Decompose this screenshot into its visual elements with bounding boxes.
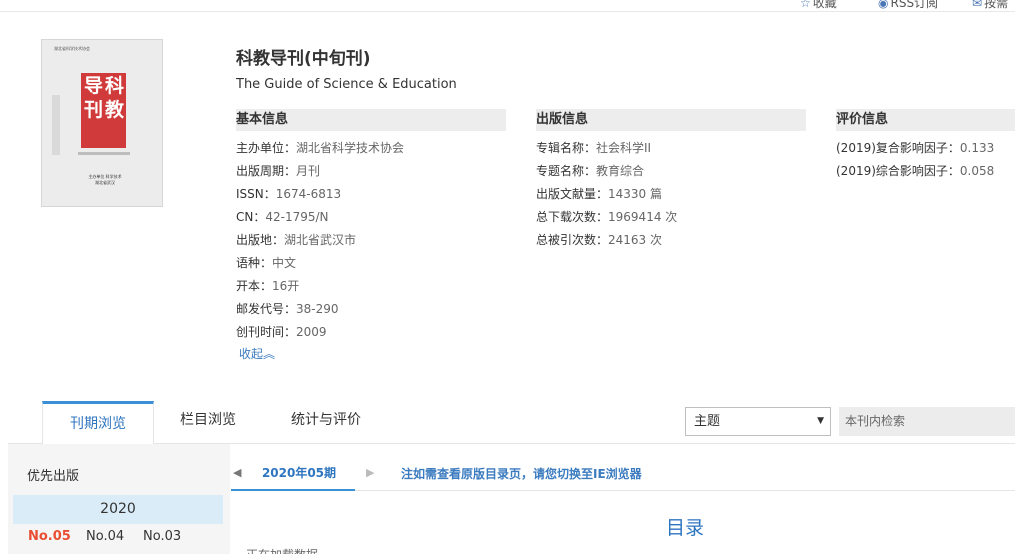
info-value: 湖北省武汉市 bbox=[284, 233, 357, 247]
current-issue-tab[interactable]: 2020年05期 bbox=[231, 456, 355, 491]
info-row: 出版地：湖北省武汉市 bbox=[236, 229, 506, 252]
cover-bottom-text: 主办单位 科学技术 湖北省武汉 bbox=[88, 174, 122, 185]
info-label: 出版周期： bbox=[236, 164, 297, 178]
info-label: 出版文献量： bbox=[536, 187, 609, 201]
info-row: 主办单位：湖北省科学技术协会 bbox=[236, 137, 506, 160]
seal-char: 教 bbox=[105, 99, 125, 121]
star-icon: ☆ bbox=[800, 0, 811, 10]
info-row: 语种：中文 bbox=[236, 252, 506, 275]
info-row: 邮发代号：38-290 bbox=[236, 298, 506, 321]
subscribe-label: 按需 bbox=[984, 0, 1009, 10]
collapse-link[interactable]: 收起︽ bbox=[239, 345, 275, 362]
info-row: 专题名称：教育综合 bbox=[536, 160, 806, 183]
info-row: CN：42-1795/N bbox=[236, 206, 506, 229]
info-row: 开本：16开 bbox=[236, 275, 506, 298]
next-issue-arrow-icon[interactable]: ▶ bbox=[366, 466, 374, 479]
info-value: 0.058 bbox=[959, 164, 995, 178]
prev-issue-arrow-icon[interactable]: ◀ bbox=[233, 466, 241, 479]
publication-info-section: 出版信息 专辑名称：社会科学II 专题名称：教育综合 出版文献量：14330 篇… bbox=[536, 109, 806, 252]
chevron-down-icon: ▼ bbox=[817, 416, 824, 426]
mail-icon: ✉ bbox=[972, 0, 983, 10]
section-heading: 评价信息 bbox=[836, 109, 1015, 131]
section-heading: 出版信息 bbox=[536, 109, 806, 131]
info-value: 中文 bbox=[272, 256, 297, 270]
info-label: 总被引次数： bbox=[536, 233, 609, 247]
issue-link[interactable]: No.04 bbox=[86, 529, 124, 544]
info-value: 16开 bbox=[272, 279, 300, 293]
info-row: 出版文献量：14330 篇 bbox=[536, 183, 806, 206]
info-label: (2019)综合影响因子： bbox=[836, 164, 960, 178]
info-row: (2019)综合影响因子：0.058 bbox=[836, 160, 1015, 183]
select-value: 主题 bbox=[694, 414, 721, 429]
info-value: 42-1795/N bbox=[265, 210, 329, 224]
info-label: 开本： bbox=[236, 279, 273, 293]
rss-label: RSS订阅 bbox=[890, 0, 939, 10]
tab-issue-browse[interactable]: 刊期浏览 bbox=[42, 401, 154, 444]
info-label: 专辑名称： bbox=[536, 141, 597, 155]
info-value: 教育综合 bbox=[596, 164, 645, 178]
cover-side-band bbox=[52, 95, 60, 155]
info-value: 月刊 bbox=[296, 164, 321, 178]
info-value: 14330 篇 bbox=[608, 187, 663, 201]
seal-char: 刊 bbox=[84, 99, 104, 121]
info-label: (2019)复合影响因子： bbox=[836, 141, 960, 155]
info-row: 总被引次数：24163 次 bbox=[536, 229, 806, 252]
info-label: 专题名称： bbox=[536, 164, 597, 178]
issue-link-selected[interactable]: No.05 bbox=[28, 529, 71, 544]
info-label: 创刊时间： bbox=[236, 325, 297, 339]
info-row: ISSN：1674-6813 bbox=[236, 183, 506, 206]
info-label: 总下载次数： bbox=[536, 210, 609, 224]
cover-seal-logo: 导 科 刊 教 bbox=[81, 73, 126, 148]
seal-char: 科 bbox=[105, 75, 125, 97]
search-field-select[interactable]: 主题 ▼ bbox=[685, 407, 831, 436]
section-heading: 基本信息 bbox=[236, 109, 506, 131]
info-value: 0.133 bbox=[959, 141, 995, 155]
evaluation-info-section: 评价信息 (2019)复合影响因子：0.133 (2019)综合影响因子：0.0… bbox=[836, 109, 1015, 183]
favorite-link[interactable]: ☆ 收藏 bbox=[800, 0, 837, 11]
info-row: 创刊时间：2009 bbox=[236, 321, 506, 344]
top-toolbar: ☆ 收藏 ◉ RSS订阅 ✉ 按需 bbox=[0, 0, 1015, 12]
info-value: 1674-6813 bbox=[275, 187, 342, 201]
info-row: 出版周期：月刊 bbox=[236, 160, 506, 183]
info-label: ISSN： bbox=[236, 187, 276, 201]
info-row: 总下载次数：1969414 次 bbox=[536, 206, 806, 229]
ie-browser-notice: 注如需查看原版目录页，请您切换至IE浏览器 bbox=[401, 467, 642, 481]
info-value: 湖北省科学技术协会 bbox=[296, 141, 405, 155]
toc-title: 目录 bbox=[666, 517, 705, 539]
cover-subtitle-bar bbox=[78, 152, 130, 155]
cover-publisher-text: 湖北省科学技术协会 bbox=[54, 46, 90, 51]
info-label: CN： bbox=[236, 210, 266, 224]
year-header[interactable]: 2020 bbox=[13, 495, 223, 524]
priority-publish-link[interactable]: 优先出版 bbox=[27, 465, 79, 484]
journal-cover: 湖北省科学技术协会 导 科 刊 教 主办单位 科学技术 湖北省武汉 bbox=[41, 39, 163, 207]
basic-info-section: 基本信息 主办单位：湖北省科学技术协会 出版周期：月刊 ISSN：1674-68… bbox=[236, 109, 506, 344]
info-value: 2009 bbox=[296, 325, 327, 339]
info-label: 主办单位： bbox=[236, 141, 297, 155]
info-value: 24163 次 bbox=[608, 233, 663, 247]
loading-text: 正在加载数据... bbox=[246, 546, 329, 554]
journal-title: 科教导刊(中旬刊) bbox=[236, 49, 371, 69]
info-row: 专辑名称：社会科学II bbox=[536, 137, 806, 160]
rss-link[interactable]: ◉ RSS订阅 bbox=[878, 0, 938, 11]
rss-icon: ◉ bbox=[878, 0, 889, 10]
tab-statistics[interactable]: 统计与评价 bbox=[280, 400, 372, 443]
subscribe-link[interactable]: ✉ 按需 bbox=[972, 0, 1008, 11]
favorite-label: 收藏 bbox=[812, 0, 837, 10]
search-input[interactable]: 本刊内检索 bbox=[839, 407, 1015, 436]
info-label: 邮发代号： bbox=[236, 302, 297, 316]
journal-english-title: The Guide of Science & Education bbox=[236, 77, 457, 92]
info-row: (2019)复合影响因子：0.133 bbox=[836, 137, 1015, 160]
seal-char: 导 bbox=[84, 75, 104, 97]
info-value: 38-290 bbox=[296, 302, 339, 316]
info-value: 社会科学II bbox=[596, 141, 652, 155]
info-label: 出版地： bbox=[236, 233, 285, 247]
info-value: 1969414 次 bbox=[608, 210, 678, 224]
issue-link[interactable]: No.03 bbox=[143, 529, 181, 544]
tab-column-browse[interactable]: 栏目浏览 bbox=[168, 400, 248, 443]
info-label: 语种： bbox=[236, 256, 273, 270]
